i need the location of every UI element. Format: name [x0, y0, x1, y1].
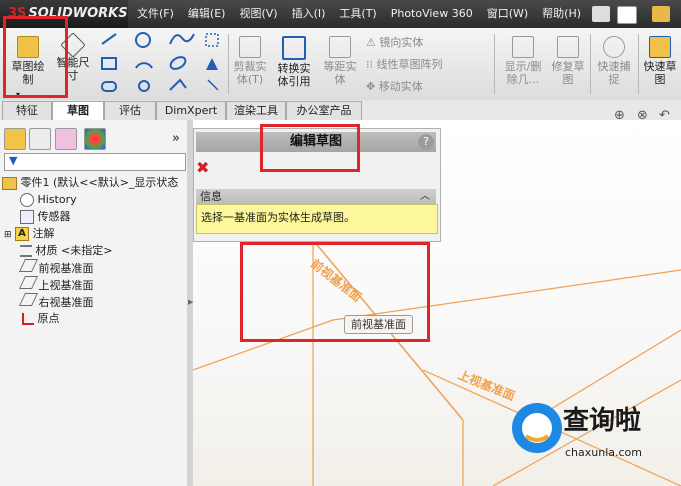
plane-icon: [18, 293, 39, 306]
rectangle-icon: [101, 57, 117, 70]
tree-item-annotations[interactable]: ⊞ A 注解: [4, 225, 55, 242]
part-icon: [2, 176, 17, 190]
mirror-icon: ⚠: [366, 36, 380, 49]
origin-icon: [22, 313, 34, 325]
tab-sketch[interactable]: 草图: [52, 101, 104, 120]
open-folder-icon[interactable]: [652, 6, 670, 22]
property-manager-tab-icon[interactable]: [29, 128, 51, 150]
spline-icon: [169, 33, 195, 45]
offset-entities-button[interactable]: 等距实 体: [320, 30, 360, 86]
help-icon[interactable]: ?: [418, 134, 434, 150]
ellipse-icon: [169, 56, 187, 70]
cancel-icon[interactable]: ✖: [196, 158, 209, 177]
repair-sketch-button[interactable]: 修复草 图: [548, 30, 588, 86]
toolbar-divider: [494, 34, 495, 94]
text-icon: [206, 58, 218, 70]
annotation-icon: A: [15, 227, 30, 241]
tab-dimxpert[interactable]: DimXpert: [156, 101, 226, 120]
menu-tools[interactable]: 工具(T): [332, 0, 383, 28]
trim-icon: [239, 36, 261, 58]
pattern-icon: ⁝⁝: [366, 58, 377, 71]
menu-file[interactable]: 文件(F): [130, 0, 181, 28]
tree-item-material[interactable]: 材质 <未指定>: [20, 242, 112, 259]
mirror-entities-button[interactable]: ⚠ 镜向实体: [366, 34, 423, 50]
tree-item-top-plane[interactable]: 上视基准面: [18, 276, 94, 293]
tab-evaluate[interactable]: 评估: [104, 101, 156, 120]
previous-view-icon[interactable]: ↶: [659, 108, 670, 123]
move-icon: ✥: [366, 80, 379, 93]
sensor-icon: [20, 210, 34, 224]
point-icon: [138, 80, 150, 92]
circle-icon: [135, 32, 151, 48]
pin-icon[interactable]: [592, 6, 610, 22]
material-icon: [20, 245, 32, 257]
toolbar-divider: [228, 34, 229, 94]
menu-window[interactable]: 窗口(W): [480, 0, 535, 28]
toolbar-divider: [638, 34, 639, 94]
zoom-to-fit-icon[interactable]: ⊕: [614, 108, 625, 123]
tree-filter-input[interactable]: ▼: [4, 153, 186, 171]
tree-item-front-plane[interactable]: 前视基准面: [18, 259, 94, 276]
filter-icon: ▼: [9, 154, 18, 167]
tree-item-history[interactable]: History: [20, 191, 77, 208]
configuration-tab-icon[interactable]: [55, 128, 77, 150]
display-delete-relations-button[interactable]: 显示/删 除几...: [498, 30, 548, 86]
arc-icon: [135, 62, 153, 69]
rapid-sketch-button[interactable]: 快速草 图: [640, 30, 680, 86]
watermark-url: chaxunla.com: [565, 446, 642, 459]
menu-help[interactable]: 帮助(H): [535, 0, 588, 28]
snap-icon: [603, 36, 625, 58]
new-document-icon[interactable]: [617, 6, 637, 24]
tree-item-origin[interactable]: 原点: [22, 310, 60, 327]
expand-icon[interactable]: ⊞: [4, 230, 12, 240]
grid-icon: [205, 33, 219, 47]
zoom-area-icon[interactable]: ⊗: [637, 108, 648, 123]
convert-icon: [282, 36, 306, 60]
sketch-highlight-box: [3, 16, 68, 98]
plane-highlight-box: [240, 242, 430, 342]
toolbar-divider: [590, 34, 591, 94]
tab-features[interactable]: 特征: [2, 101, 52, 120]
plane-icon: [18, 259, 39, 272]
display-manager-tab-icon[interactable]: [84, 128, 106, 150]
info-message: 选择一基准面为实体生成草图。: [196, 204, 438, 234]
trim-entities-button[interactable]: 剪裁实 体(T): [230, 30, 270, 86]
rapid-sketch-icon: [649, 36, 671, 58]
slot-icon: [101, 81, 117, 92]
menu-photoview[interactable]: PhotoView 360: [384, 0, 480, 28]
feature-tree-tab-icon[interactable]: [4, 128, 26, 150]
linear-pattern-button[interactable]: ⁝⁝ 线性草图阵列: [366, 56, 443, 72]
convert-entities-button[interactable]: 转换实 体引用: [272, 30, 316, 88]
tab-render-tools[interactable]: 渲染工具: [226, 101, 286, 120]
tree-item-right-plane[interactable]: 右视基准面: [18, 293, 94, 310]
expand-panel-icon[interactable]: »: [172, 131, 180, 146]
main-menu: 文件(F) 编辑(E) 视图(V) 插入(I) 工具(T) PhotoView …: [130, 0, 588, 28]
tab-office-products[interactable]: 办公室产品: [286, 101, 362, 120]
line-icon: [101, 33, 117, 45]
centerline-icon: [207, 79, 219, 91]
watermark-brand: 查询啦: [563, 406, 642, 436]
offset-icon: [329, 36, 351, 58]
menu-insert[interactable]: 插入(I): [285, 0, 333, 28]
move-entities-button[interactable]: ✥ 移动实体: [366, 78, 423, 94]
fillet-icon: [169, 78, 187, 91]
plane-icon: [18, 276, 39, 289]
quick-snaps-button[interactable]: 快速捕 捉: [594, 30, 634, 86]
menu-view[interactable]: 视图(V): [232, 0, 284, 28]
sketch-entities-group: [101, 32, 219, 92]
info-section-header[interactable]: 信息 ︿: [196, 189, 436, 204]
title-highlight-box: [260, 124, 360, 172]
menu-edit[interactable]: 编辑(E): [181, 0, 233, 28]
tree-root[interactable]: 零件1 (默认<<默认>_显示状态: [2, 174, 178, 191]
repair-icon: [557, 36, 579, 58]
history-icon: [20, 193, 34, 207]
collapse-icon[interactable]: ︿: [420, 189, 430, 204]
tree-item-sensors[interactable]: 传感器: [20, 208, 71, 225]
relations-icon: [512, 36, 534, 58]
